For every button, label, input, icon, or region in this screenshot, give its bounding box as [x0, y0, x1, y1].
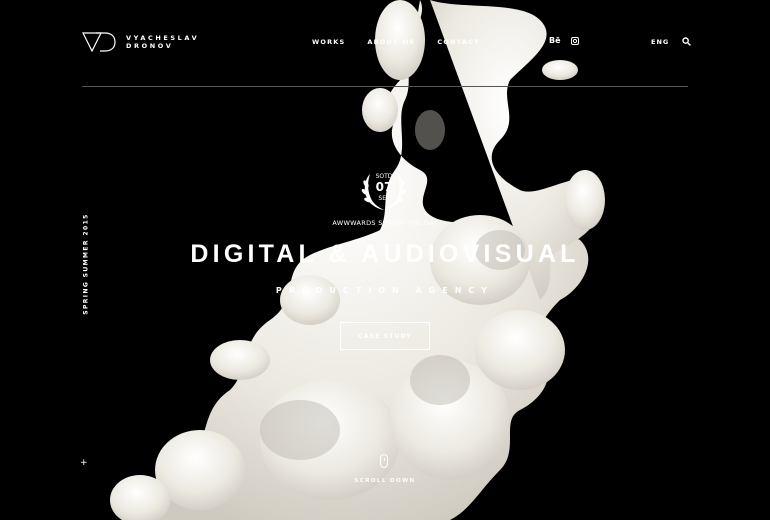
header-divider — [82, 86, 688, 87]
side-caption: SPRING SUMMER 2015 — [82, 213, 90, 315]
case-study-button[interactable]: CASE STUDY — [340, 322, 430, 350]
language-switch[interactable]: ENG — [651, 38, 669, 46]
brand-line-2: DRONOV — [126, 42, 174, 50]
badge-month: SEP — [378, 195, 390, 202]
nav-contact[interactable]: CONTACT — [437, 38, 479, 46]
social-links: Bē — [549, 36, 579, 45]
hero-subheadline: PRODUCTION AGENCY — [275, 286, 495, 295]
mouse-scroll-icon[interactable] — [380, 454, 388, 468]
brand-line-1: VYACHESLAV — [126, 34, 200, 42]
badge-label: SOTD — [375, 173, 393, 180]
mouse-wheel — [383, 458, 385, 461]
instagram-icon[interactable] — [570, 37, 579, 45]
brand-logo[interactable]: VYACHESLAV DRONOV — [82, 32, 199, 52]
hero-headline: DIGITAL & AUDIOVISUAL — [190, 240, 580, 268]
nav-about[interactable]: ABOUT ME — [367, 38, 415, 46]
brand-name: VYACHESLAV DRONOV — [126, 34, 199, 50]
plus-icon[interactable]: + — [80, 458, 88, 468]
behance-icon[interactable]: Bē — [549, 36, 561, 45]
vd-logo-icon — [82, 32, 116, 52]
sotd-badge: SOTD 07 SEP — [358, 166, 410, 212]
scroll-down-label[interactable]: SCROLL DOWN — [340, 478, 430, 484]
badge-day: 07 — [375, 180, 393, 194]
award-caption: AWWWARDS SITE OF THE DAY — [332, 219, 438, 227]
main-nav: WORKS ABOUT ME CONTACT — [312, 38, 480, 46]
search-icon[interactable] — [682, 37, 691, 46]
nav-works[interactable]: WORKS — [312, 38, 345, 46]
